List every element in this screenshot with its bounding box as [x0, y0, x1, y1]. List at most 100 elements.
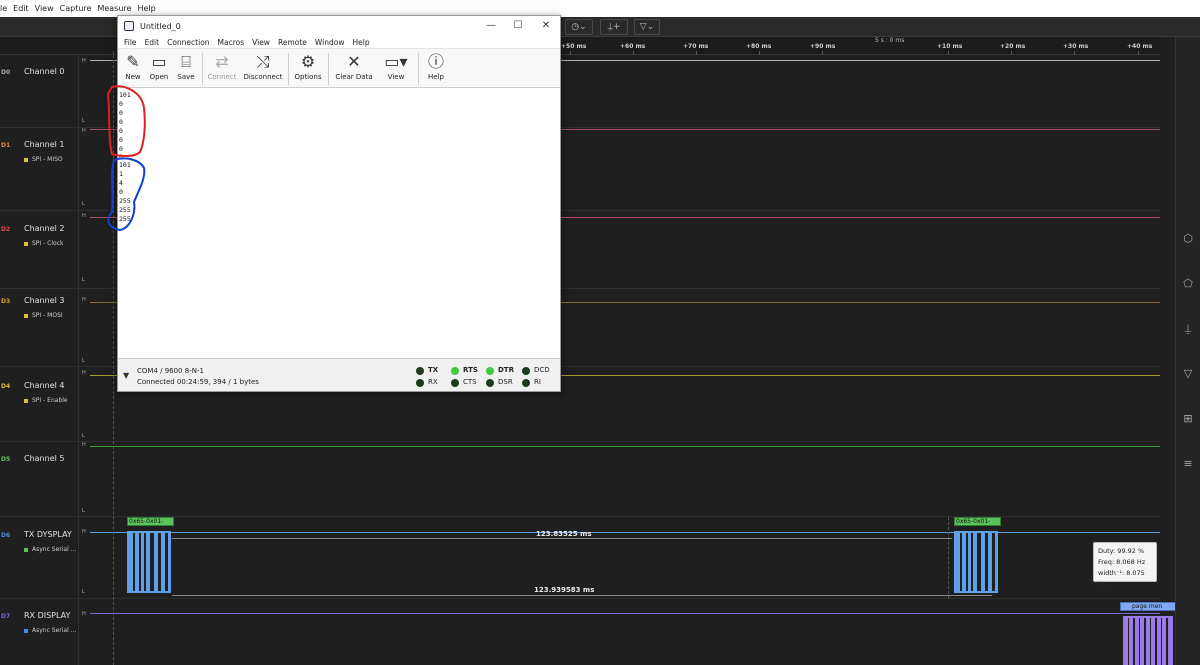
help-button[interactable]: ⓘ Help [423, 51, 449, 87]
rx-line: 0 [119, 118, 123, 126]
new-label: New [125, 73, 141, 81]
window-titlebar[interactable]: Untitled_0 — ☐ ✕ [118, 16, 560, 36]
term-menu-window[interactable]: Window [315, 38, 345, 47]
cursor-line[interactable] [948, 517, 949, 599]
dcd-led-label: DCD [534, 366, 550, 374]
connect-label: Connect [207, 73, 237, 81]
rx-burst [1123, 616, 1173, 665]
term-menu-remote[interactable]: Remote [278, 38, 307, 47]
rx-line: 0 [119, 153, 123, 161]
rx-burst-gap [1150, 618, 1151, 665]
tick-label: +80 ms [746, 43, 772, 50]
term-menu-connection[interactable]: Connection [167, 38, 209, 47]
channel-name[interactable]: Channel 4 [24, 381, 64, 390]
analyzer-name: SPI - MOSI [32, 312, 63, 319]
high-marker: H [82, 529, 86, 535]
dtr-led-label: DTR [498, 366, 514, 374]
save-button[interactable]: ⌸ Save [174, 51, 198, 87]
new-button[interactable]: ✎ New [121, 51, 145, 87]
high-marker: H [82, 297, 86, 303]
expand-icon[interactable]: ▼ [123, 371, 129, 380]
menu-view[interactable]: View [35, 4, 54, 13]
analyzer-label: Async Serial ... [24, 546, 76, 553]
tx-burst-2 [954, 531, 998, 593]
channel-name[interactable]: Channel 2 [24, 224, 64, 233]
extensions-icon[interactable]: ⬠ [1181, 277, 1195, 291]
channel-name[interactable]: RX DISPLAY [24, 611, 70, 620]
open-button[interactable]: ▭ Open [147, 51, 171, 87]
term-menu-macros[interactable]: Macros [218, 38, 245, 47]
view-button[interactable]: ▭▾ View [381, 51, 411, 87]
options-label: Options [294, 73, 322, 81]
analyzer-label: SPI - MISO [24, 156, 63, 163]
clear-icon: ✕ [347, 52, 361, 71]
rx-line: 101 [119, 91, 131, 99]
tx-decode-label-2[interactable]: 0x65-0x01- [954, 517, 1001, 526]
close-icon[interactable]: ✕ [539, 19, 553, 33]
options-button[interactable]: ⚙ Options [293, 51, 323, 87]
analyzer-name: SPI - MISO [32, 156, 63, 163]
analyzer-swatch [24, 398, 28, 403]
menu-capture[interactable]: Capture [60, 4, 92, 13]
tick-label: +10 ms [937, 43, 963, 50]
cursor-line[interactable] [113, 55, 114, 665]
dtr-led [486, 367, 494, 375]
folder-icon: ▭ [151, 52, 167, 71]
tick-label: +60 ms [620, 43, 646, 50]
channel-name[interactable]: Channel 0 [24, 67, 64, 76]
timer-icon[interactable]: ◷⌄ [565, 19, 593, 35]
menu-file[interactable]: le [0, 4, 7, 13]
rx-burst-gap [1166, 618, 1168, 665]
rts-led [451, 367, 459, 375]
tick-label: +90 ms [810, 43, 836, 50]
term-menu-view[interactable]: View [252, 38, 270, 47]
rx-burst-gap [1161, 618, 1162, 665]
tx-burst-gap [133, 533, 135, 591]
save-label: Save [177, 73, 195, 81]
tx-decode-label-1[interactable]: 0x65-0x01- [127, 517, 174, 526]
menu-measure[interactable]: Measure [97, 4, 131, 13]
channel-name[interactable]: Channel 1 [24, 140, 64, 149]
channel-name[interactable]: Channel 5 [24, 454, 64, 463]
receive-area[interactable]: 101 0 0 0 0 0 0 0 101 1 4 0 255 255 255 [118, 88, 560, 358]
decode-text: 0x65-0x01- [129, 518, 164, 525]
analyzer-label: SPI - Clock [24, 240, 63, 247]
term-menu-edit[interactable]: Edit [145, 38, 160, 47]
channel-name[interactable]: TX DYSPLAY [24, 530, 72, 539]
menu-help[interactable]: Help [137, 4, 155, 13]
channel-name[interactable]: Channel 3 [24, 296, 64, 305]
disconnect-label: Disconnect [243, 73, 283, 81]
channel-row-5[interactable]: D5 Channel 5 H L [0, 442, 1160, 517]
tick-label: +30 ms [1063, 43, 1089, 50]
analyzer-name: Async Serial ... [32, 546, 77, 553]
marker-icon[interactable]: ▽⌄ [634, 19, 660, 35]
grid-icon[interactable]: ⊞ [1181, 412, 1195, 426]
high-marker: H [82, 58, 86, 64]
analyzer-name: SPI - Clock [32, 240, 64, 247]
disconnect-button[interactable]: ⤭ Disconnect [242, 51, 284, 87]
tx-led [416, 367, 424, 375]
menu-edit[interactable]: Edit [13, 4, 29, 13]
clear-data-button[interactable]: ✕ Clear Data [334, 51, 374, 87]
tooltip-freq: Freq: 8.068 Hz [1098, 558, 1146, 566]
term-menu-file[interactable]: File [124, 38, 137, 47]
terminal-app-icon [124, 21, 134, 31]
analyzers-icon[interactable]: ⬡ [1181, 232, 1195, 246]
markers-icon[interactable]: ▽ [1181, 367, 1195, 381]
term-menu-help[interactable]: Help [352, 38, 369, 47]
notes-icon[interactable]: ≡ [1181, 457, 1195, 471]
add-measure-icon[interactable]: ⍊+ [600, 19, 628, 35]
measurements-icon[interactable]: ⍊ [1181, 322, 1195, 336]
connect-button[interactable]: ⇄ Connect [206, 51, 238, 87]
rx-burst-gap [1128, 618, 1129, 665]
minimize-icon[interactable]: — [484, 19, 498, 33]
analyzer-label: SPI - MOSI [24, 312, 63, 319]
measure-line-2 [172, 595, 992, 596]
rx-line: 0 [119, 127, 123, 135]
serial-terminal-window[interactable]: Untitled_0 — ☐ ✕ File Edit Connection Ma… [117, 15, 561, 392]
maximize-icon[interactable]: ☐ [511, 19, 525, 33]
channel-row-7[interactable]: D7 RX DISPLAY Async Serial ... H [0, 599, 1160, 665]
rx-line: 255 [119, 206, 131, 214]
rx-decode-label[interactable]: page men [1120, 602, 1176, 611]
high-marker: H [82, 370, 86, 376]
